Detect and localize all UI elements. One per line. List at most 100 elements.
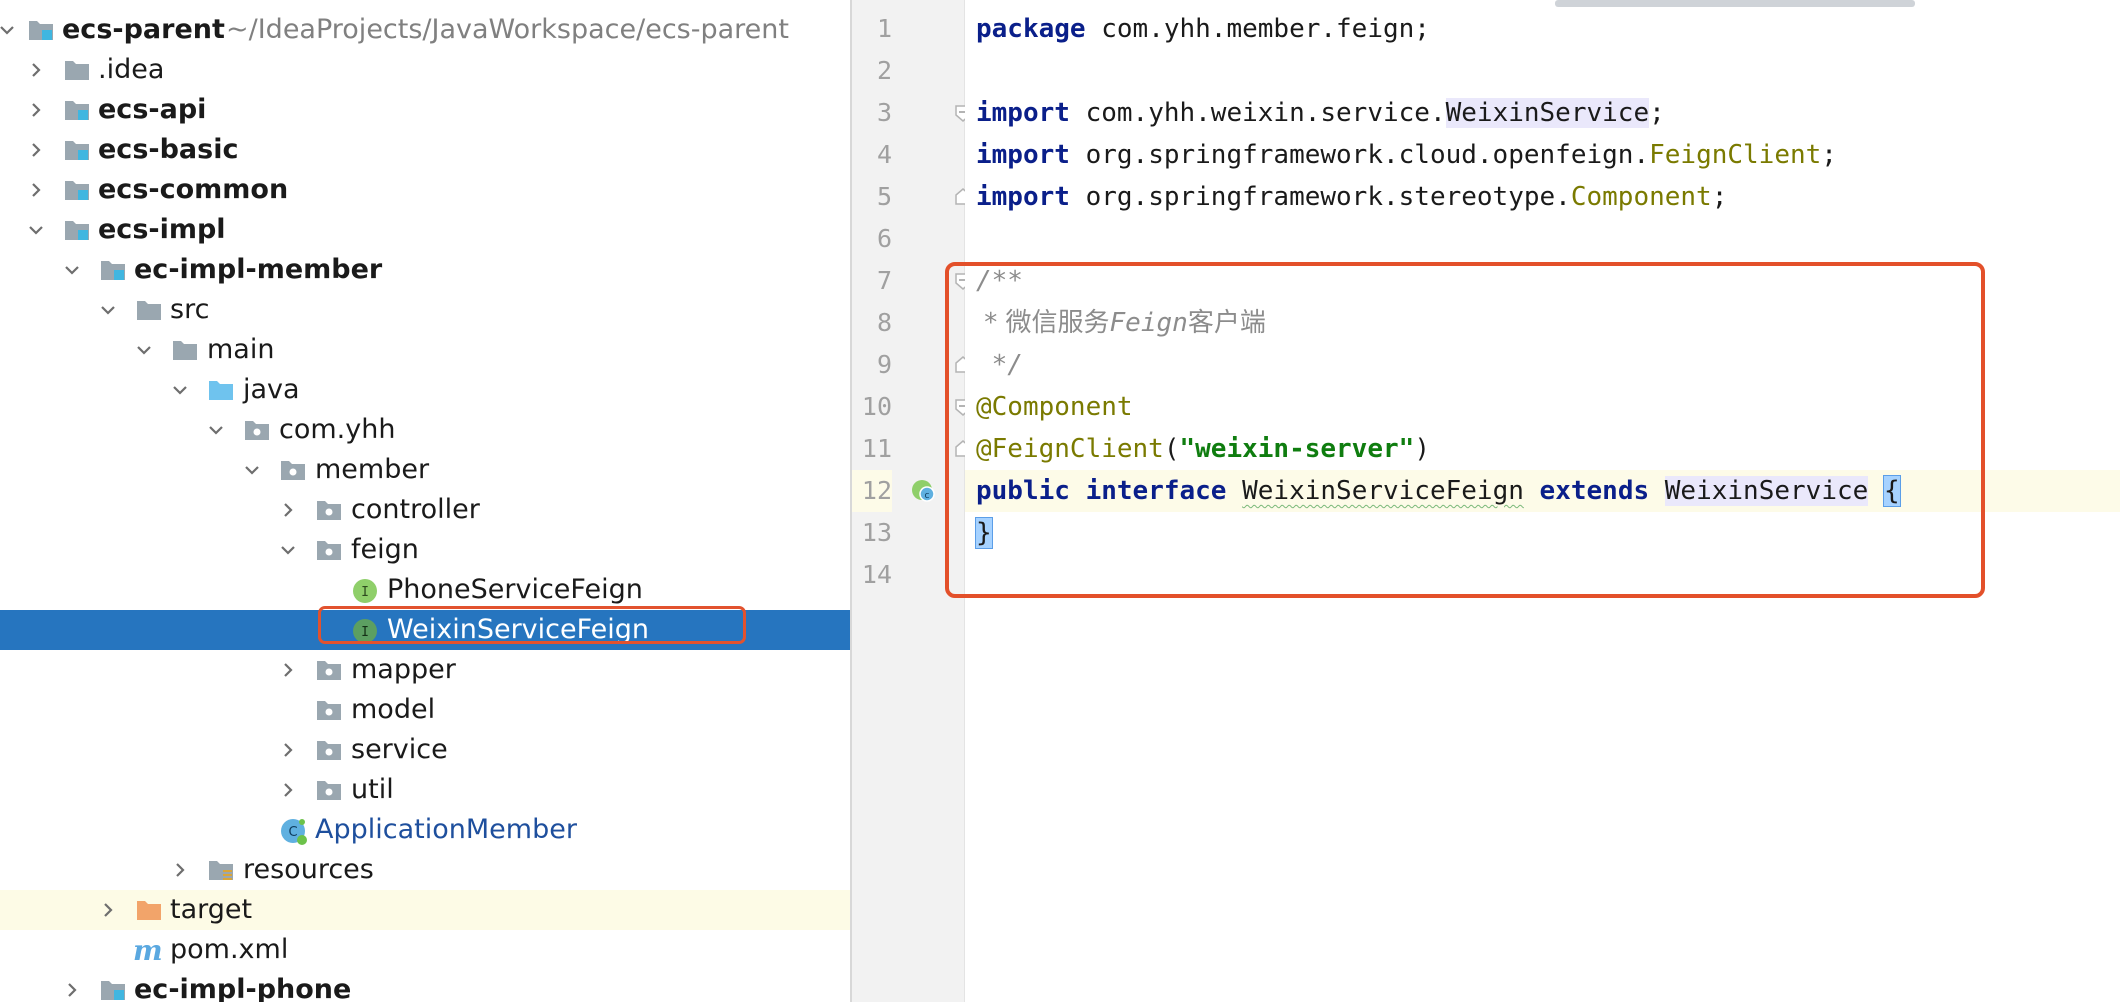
chevron-right-icon[interactable] [277,659,299,681]
module-folder-icon [64,178,90,202]
tree-node-target[interactable]: target [0,890,850,930]
code-line[interactable]: import org.springframework.stereotype.Co… [965,176,2120,218]
chevron-right-icon[interactable] [25,139,47,161]
code-highlight-box [945,262,1985,598]
line-number: 8 [876,308,892,337]
chevron-down-icon[interactable] [0,19,18,41]
tree-label: com.yhh [279,414,396,445]
svg-text:m: m [133,938,163,964]
tree-node-src[interactable]: src [0,290,850,330]
chevron-down-icon[interactable] [241,459,263,481]
folder-icon [64,58,90,82]
selection-highlight-box [318,606,746,644]
keyword: import [976,140,1070,170]
code-line[interactable]: import com.yhh.weixin.service.WeixinServ… [965,92,2120,134]
tree-label: java [243,374,300,405]
chevron-right-icon[interactable] [169,859,191,881]
tree-node-com-yhh[interactable]: com.yhh [0,410,850,450]
interface-badge: I [361,585,369,600]
tree-node-model[interactable]: model [0,690,850,730]
tree-label: ApplicationMember [315,814,577,845]
chevron-down-icon[interactable] [97,299,119,321]
line-number-current: 12 [852,470,892,512]
tree-node-ecs-api[interactable]: ecs-api [0,90,850,130]
module-folder-icon [100,258,126,282]
tree-node-ec-impl-member[interactable]: ec-impl-member [0,250,850,290]
tree-label-root: ecs-parent [62,14,225,45]
import-class: FeignClient [1649,140,1822,170]
tree-node-util[interactable]: util [0,770,850,810]
chevron-right-icon[interactable] [25,99,47,121]
package-icon [316,778,342,802]
code-line[interactable]: import org.springframework.cloud.openfei… [965,134,2120,176]
import-class: WeixinService [1445,98,1650,128]
tree-label: member [315,454,430,485]
tree-label: ecs-impl [98,214,226,245]
implemented-by-icon[interactable]: c [910,478,936,504]
tree-node-java[interactable]: java [0,370,850,410]
tree-label: ecs-api [98,94,207,125]
chevron-right-icon[interactable] [25,59,47,81]
tree-label: resources [243,854,374,885]
svg-text:C: C [288,825,297,840]
tree-node-ecs-parent[interactable]: ecs-parent ~/IdeaProjects/JavaWorkspace/… [0,10,850,50]
horizontal-scrollbar-thumb[interactable] [1555,0,1915,7]
excluded-folder-icon [136,898,162,922]
chevron-down-icon[interactable] [25,219,47,241]
tree-label: ec-impl-phone [134,974,352,1002]
line-number: 7 [876,266,892,295]
import-class: Component [1570,182,1712,212]
chevron-right-icon[interactable] [25,179,47,201]
project-tree: ecs-parent ~/IdeaProjects/JavaWorkspace/… [0,0,850,1002]
resources-folder-icon [208,858,234,882]
tree-node-idea[interactable]: .idea [0,50,850,90]
tree-node-ecs-impl[interactable]: ecs-impl [0,210,850,250]
tree-node-mapper[interactable]: mapper [0,650,850,690]
tree-node-feign[interactable]: feign [0,530,850,570]
tree-node-pom-xml[interactable]: m pom.xml [0,930,850,970]
tree-node-ecs-common[interactable]: ecs-common [0,170,850,210]
tree-label: pom.xml [170,934,289,965]
package-icon [316,658,342,682]
tree-node-resources[interactable]: resources [0,850,850,890]
tree-node-application-member[interactable]: C ApplicationMember [0,810,850,850]
line-number: 6 [876,224,892,253]
line-number: 2 [876,56,892,85]
tree-node-main[interactable]: main [0,330,850,370]
tree-label: ec-impl-member [134,254,383,285]
chevron-right-icon[interactable] [277,499,299,521]
tree-node-ecs-basic[interactable]: ecs-basic [0,130,850,170]
chevron-down-icon[interactable] [133,339,155,361]
tree-label: ecs-common [98,174,289,205]
chevron-right-icon[interactable] [277,739,299,761]
import-package: org.springframework.cloud.openfeign. [1069,140,1650,170]
svg-text:c: c [925,491,930,501]
tree-node-ec-impl-phone[interactable]: ec-impl-phone [0,970,850,1002]
line-number: 5 [876,182,892,211]
keyword: import [976,182,1070,212]
tree-label: model [351,694,436,725]
module-folder-icon [64,98,90,122]
tree-node-phone-service-feign[interactable]: I PhoneServiceFeign [0,570,850,610]
module-folder-icon [64,138,90,162]
package-icon [244,418,270,442]
chevron-right-icon[interactable] [277,779,299,801]
folder-icon [172,338,198,362]
code-line[interactable]: package com.yhh.member.feign; [965,8,2120,50]
module-folder-icon [64,218,90,242]
chevron-down-icon[interactable] [169,379,191,401]
tree-node-member[interactable]: member [0,450,850,490]
semicolon: ; [1711,182,1728,212]
tree-node-service[interactable]: service [0,730,850,770]
chevron-down-icon[interactable] [205,419,227,441]
project-path: ~/IdeaProjects/JavaWorkspace/ecs-parent [226,14,789,45]
keyword: import [976,98,1070,128]
module-folder-icon [100,978,126,1002]
line-number: 9 [876,350,892,379]
chevron-right-icon[interactable] [97,899,119,921]
tree-node-controller[interactable]: controller [0,490,850,530]
chevron-right-icon[interactable] [61,979,83,1001]
import-package: com.yhh.weixin.service. [1069,98,1446,128]
chevron-down-icon[interactable] [61,259,83,281]
chevron-down-icon[interactable] [277,539,299,561]
